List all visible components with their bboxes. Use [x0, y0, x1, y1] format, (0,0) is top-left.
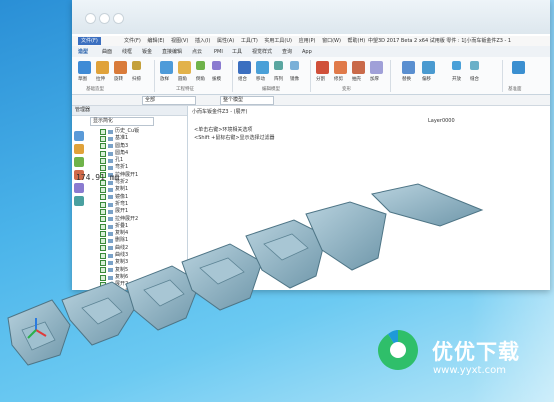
part-7-flat — [370, 183, 484, 227]
measurement-readout: 174.91 mm — [76, 173, 120, 182]
youyou-logo-icon — [378, 330, 418, 370]
brand-url: www.yyxt.com — [433, 365, 507, 376]
part-4 — [181, 243, 263, 311]
brand-name: 优优下载 — [432, 340, 520, 364]
